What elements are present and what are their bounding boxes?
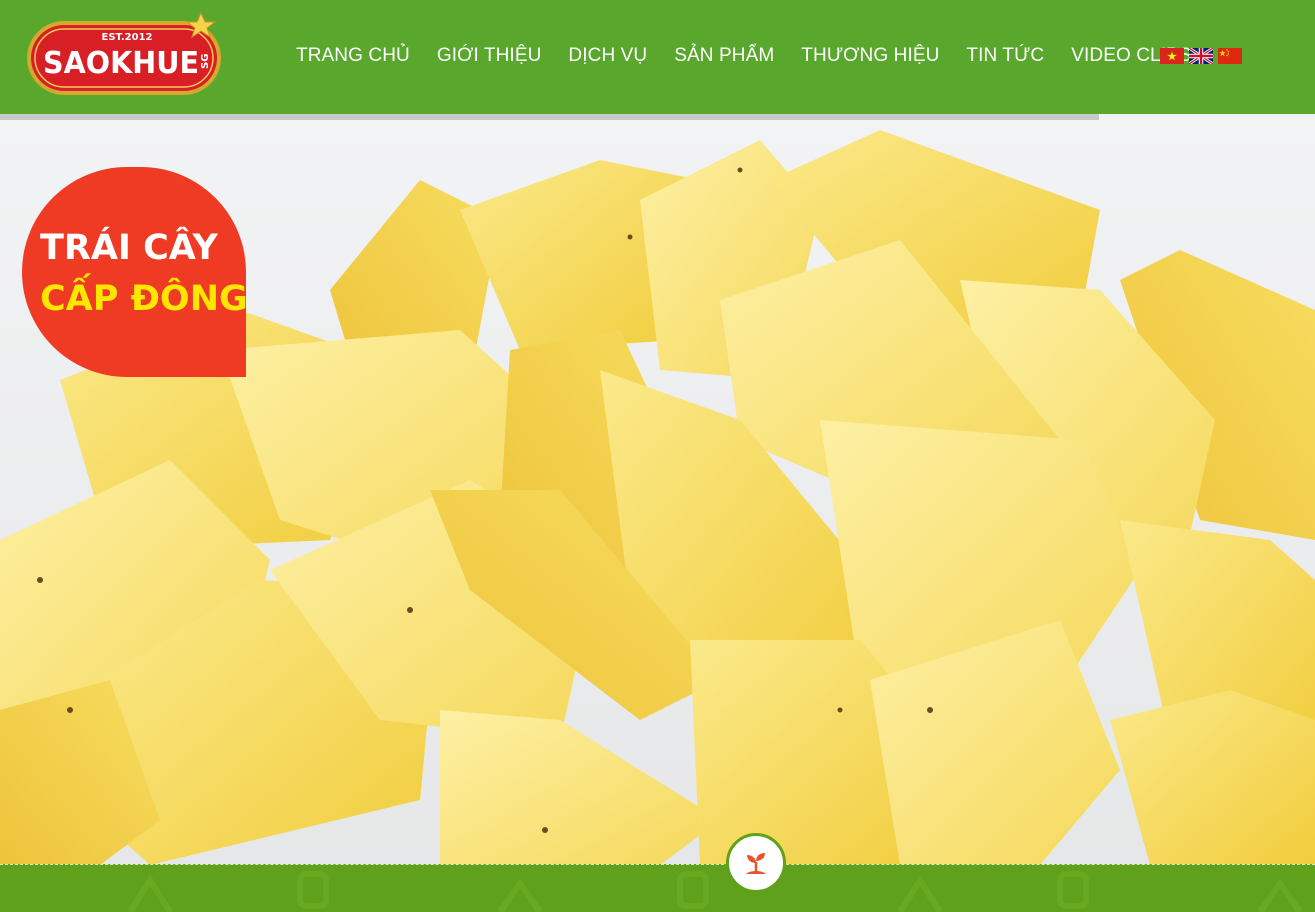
scroll-indicator[interactable] — [726, 833, 786, 893]
china-flag-icon[interactable] — [1218, 48, 1242, 64]
logo-est-text: EST.2012 — [102, 32, 153, 43]
footer-divider — [0, 864, 1315, 865]
logo-suffix: SG — [200, 54, 211, 69]
nav-item-news[interactable]: TIN TỨC — [966, 45, 1044, 67]
nav-item-home[interactable]: TRANG CHỦ — [296, 45, 410, 67]
hero-badge-title: TRÁI CÂY — [40, 228, 218, 268]
main-nav: TRANG CHỦ GIỚI THIỆU DỊCH VỤ SẢN PHẨM TH… — [296, 42, 1219, 70]
nav-item-products[interactable]: SẢN PHẨM — [674, 45, 774, 67]
hero-badge — [22, 167, 246, 377]
footer-pattern — [127, 871, 1303, 912]
sprout-icon — [746, 853, 766, 874]
nav-item-about[interactable]: GIỚI THIỆU — [437, 45, 542, 67]
footer-band — [0, 864, 1315, 912]
uk-flag-icon[interactable] — [1189, 48, 1213, 64]
logo-wordmark: SAOKHUE — [43, 46, 199, 81]
site-header: EST.2012 SAOKHUE SG TRANG CHỦ GIỚI THIỆU… — [0, 0, 1315, 114]
nav-item-brands[interactable]: THƯƠNG HIỆU — [801, 45, 939, 67]
language-switcher — [1160, 48, 1242, 64]
nav-item-services[interactable]: DỊCH VỤ — [568, 45, 647, 67]
hero-badge-subtitle: CẤP ĐÔNG — [40, 279, 248, 319]
vietnam-flag-icon[interactable] — [1160, 48, 1184, 64]
saokhue-logo[interactable]: EST.2012 SAOKHUE SG — [25, 11, 225, 99]
